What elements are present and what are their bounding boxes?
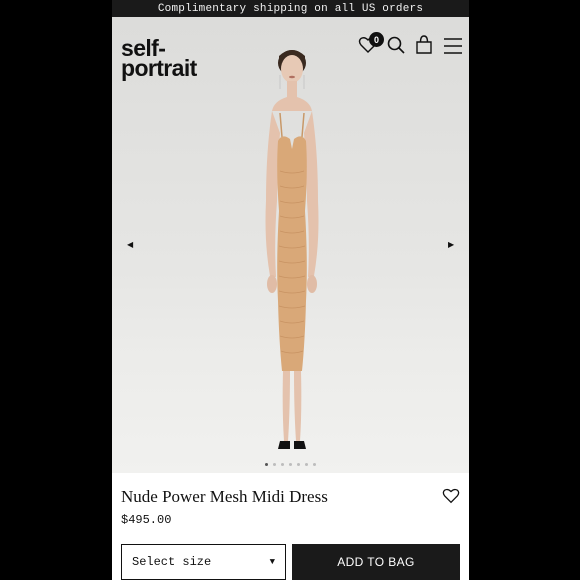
product-photo	[265, 50, 319, 449]
brand-logo-line2: portrait	[121, 55, 197, 81]
product-page: Complimentary shipping on all US orders	[112, 0, 469, 580]
brand-logo[interactable]: self- portrait	[121, 37, 197, 81]
size-select[interactable]: Select size ▼	[121, 544, 286, 580]
chevron-left-icon[interactable]: ◀	[127, 240, 133, 249]
carousel-dot[interactable]	[313, 463, 316, 466]
add-to-bag-button[interactable]: ADD TO BAG	[292, 544, 460, 580]
carousel-dot[interactable]	[281, 463, 284, 466]
carousel-dot[interactable]	[289, 463, 292, 466]
product-image-carousel[interactable]: self- portrait 0 ◀ ▶	[112, 17, 469, 473]
promo-text: Complimentary shipping on all US orders	[157, 2, 424, 15]
add-to-wishlist-heart-icon[interactable]	[442, 487, 460, 505]
product-title: Nude Power Mesh Midi Dress	[121, 487, 328, 506]
carousel-dot[interactable]	[305, 463, 308, 466]
carousel-pagination[interactable]	[112, 463, 469, 466]
wishlist-count-badge: 0	[369, 32, 384, 47]
size-select-label: Select size	[132, 555, 212, 569]
search-icon[interactable]	[386, 35, 406, 55]
caret-down-icon: ▼	[269, 557, 275, 567]
chevron-right-icon[interactable]: ▶	[448, 240, 454, 249]
menu-icon[interactable]	[443, 36, 463, 56]
wishlist-count: 0	[373, 34, 379, 45]
carousel-dot[interactable]	[273, 463, 276, 466]
bag-icon[interactable]	[414, 34, 434, 54]
carousel-dot[interactable]	[297, 463, 300, 466]
carousel-dot[interactable]	[265, 463, 268, 466]
promo-banner: Complimentary shipping on all US orders	[112, 0, 469, 17]
product-price: $495.00	[121, 513, 172, 527]
